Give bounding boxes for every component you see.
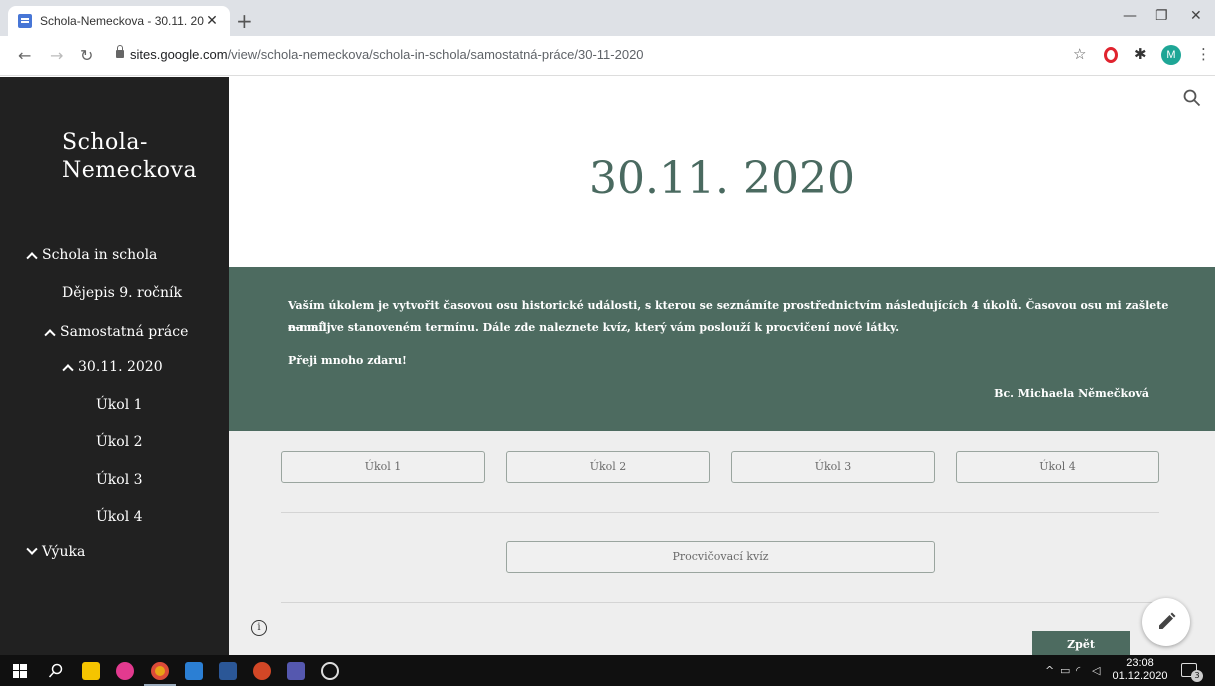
divider xyxy=(281,512,1159,513)
banner-text-line-2: e-mail ve stanoveném termínu. Dále zde n… xyxy=(288,321,900,334)
chrome-icon[interactable] xyxy=(151,662,169,680)
divider xyxy=(281,602,1159,603)
nav-item-label: Samostatná práce xyxy=(60,324,189,340)
browser-tab-strip: Schola-Nemeckova - 30.11. 2020 ✕ + — ❐ ✕ xyxy=(0,0,1215,36)
nav-item-label: Úkol 4 xyxy=(96,509,143,525)
chevron-up-icon[interactable] xyxy=(44,329,56,341)
profile-avatar[interactable]: M xyxy=(1161,45,1181,65)
search-icon[interactable] xyxy=(1183,89,1201,107)
chevron-up-icon[interactable] xyxy=(26,252,38,264)
volume-icon[interactable]: ◁ xyxy=(1092,664,1100,677)
page-content: 30.11. 2020 Vaším úkolem je vytvořit čas… xyxy=(229,77,1215,655)
window-close-button[interactable]: ✕ xyxy=(1190,8,1202,24)
task-buttons-section: Úkol 1 Úkol 2 Úkol 3 Úkol 4 Procvičovací… xyxy=(229,431,1215,655)
nav-item-30-11-2020[interactable]: 30.11. 2020 xyxy=(62,359,163,376)
lock-icon[interactable] xyxy=(116,45,124,58)
back-button[interactable]: Zpět xyxy=(1032,631,1130,655)
file-explorer-icon[interactable] xyxy=(185,662,203,680)
ukol-3-button[interactable]: Úkol 3 xyxy=(731,451,935,483)
quiz-button[interactable]: Procvičovací kvíz xyxy=(506,541,935,573)
nav-item-label: Schola in schola xyxy=(42,247,158,263)
windows-start-icon[interactable] xyxy=(13,664,27,678)
page-title: 30.11. 2020 xyxy=(589,153,855,204)
clock-time: 23:08 xyxy=(1126,657,1154,669)
taskbar-clock[interactable]: 23:08 01.12.2020 xyxy=(1110,657,1170,683)
wifi-icon[interactable]: ◜ xyxy=(1076,664,1080,677)
minimize-button[interactable]: — xyxy=(1123,8,1137,24)
back-arrow-icon[interactable]: ← xyxy=(18,46,31,65)
browser-tab[interactable]: Schola-Nemeckova - 30.11. 2020 ✕ xyxy=(8,6,230,36)
browser-menu-icon[interactable]: ⋮ xyxy=(1196,45,1211,63)
new-tab-button[interactable]: + xyxy=(236,9,253,33)
ukol-1-button[interactable]: Úkol 1 xyxy=(281,451,485,483)
nav-item-label: Výuka xyxy=(42,544,86,560)
word-icon[interactable] xyxy=(219,662,237,680)
nav-item-ukol-2[interactable]: Úkol 2 xyxy=(96,434,143,450)
obs-icon[interactable] xyxy=(321,662,339,680)
opera-extension-icon[interactable] xyxy=(1104,47,1118,63)
ukol-2-button[interactable]: Úkol 2 xyxy=(506,451,710,483)
nav-item-ukol-3[interactable]: Úkol 3 xyxy=(96,472,143,488)
nav-item-label: Úkol 3 xyxy=(96,472,143,488)
url-path: /view/schola-nemeckova/schola-in-schola/… xyxy=(227,47,644,62)
nav-item-ukol-1[interactable]: Úkol 1 xyxy=(96,397,143,413)
pencil-icon xyxy=(1159,612,1176,629)
banner-signature: Bc. Michaela Němečková xyxy=(994,387,1149,400)
chevron-down-icon[interactable] xyxy=(26,543,38,555)
clock-date: 01.12.2020 xyxy=(1112,670,1168,682)
sites-favicon-icon xyxy=(18,14,32,28)
nav-item-label: Úkol 2 xyxy=(96,434,143,450)
nav-item-dejepis[interactable]: Dějepis 9. ročník xyxy=(62,285,182,301)
edit-fab-button[interactable] xyxy=(1142,598,1190,646)
chevron-up-icon[interactable] xyxy=(62,364,74,376)
banner-greeting: Přeji mnoho zdaru! xyxy=(288,354,407,367)
itunes-icon[interactable] xyxy=(116,662,134,680)
nav-item-samostatna-prace[interactable]: Samostatná práce xyxy=(44,324,189,341)
site-title[interactable]: Schola-Nemeckova xyxy=(62,129,212,185)
nav-item-vyuka[interactable]: Výuka xyxy=(26,543,86,560)
extensions-puzzle-icon[interactable]: ✱ xyxy=(1134,45,1147,63)
maximize-button[interactable]: ❐ xyxy=(1155,8,1168,24)
tab-title: Schola-Nemeckova - 30.11. 2020 xyxy=(40,14,204,28)
notification-count-badge: 3 xyxy=(1191,670,1203,682)
info-icon[interactable]: i xyxy=(251,620,267,636)
nav-item-ukol-4[interactable]: Úkol 4 xyxy=(96,509,143,525)
forward-arrow-icon[interactable]: → xyxy=(50,46,63,65)
teams-icon[interactable] xyxy=(287,662,305,680)
tray-chevron-icon[interactable]: ^ xyxy=(1045,664,1054,677)
instructions-banner: Vaším úkolem je vytvořit časovou osu his… xyxy=(229,267,1215,431)
nav-item-label: Úkol 1 xyxy=(96,397,143,413)
nav-item-schola-in-schola[interactable]: Schola in schola xyxy=(26,247,158,264)
taskbar-search-icon[interactable] xyxy=(48,663,64,679)
battery-icon[interactable]: ▭ xyxy=(1060,664,1070,677)
site-sidebar: Schola-Nemeckova Schola in schola Dějepi… xyxy=(0,77,229,655)
ukol-4-button[interactable]: Úkol 4 xyxy=(956,451,1159,483)
powerpoint-icon[interactable] xyxy=(253,662,271,680)
nav-item-label: Dějepis 9. ročník xyxy=(62,285,182,301)
sticky-notes-icon[interactable] xyxy=(82,662,100,680)
url-host: sites.google.com xyxy=(130,47,228,62)
tab-close-icon[interactable]: ✕ xyxy=(204,13,220,29)
nav-item-label: 30.11. 2020 xyxy=(78,359,163,375)
url-field[interactable]: sites.google.com/view/schola-nemeckova/s… xyxy=(130,47,644,62)
address-bar: ← → ↻ sites.google.com/view/schola-nemec… xyxy=(0,36,1215,76)
windows-taskbar: ^ ▭ ◜ ◁ 23:08 01.12.2020 3 xyxy=(0,655,1215,686)
bookmark-star-icon[interactable]: ☆ xyxy=(1073,45,1086,63)
reload-icon[interactable]: ↻ xyxy=(80,46,93,65)
